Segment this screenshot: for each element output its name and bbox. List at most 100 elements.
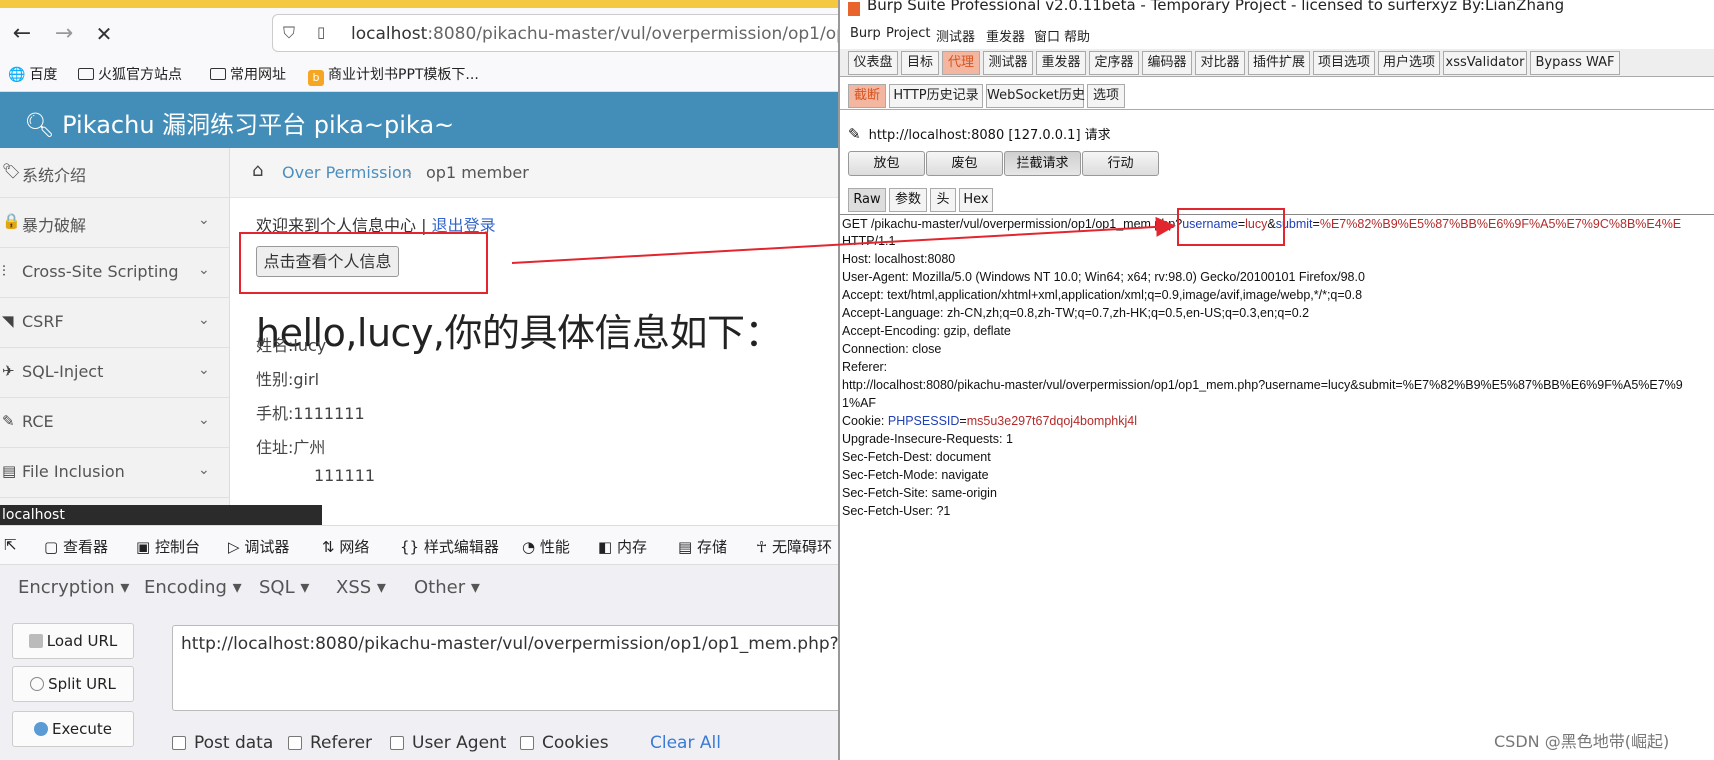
forward-icon[interactable]: →	[50, 20, 78, 48]
request-header-line: Sec-Fetch-Site: same-origin	[842, 486, 997, 500]
bookmark-ppt[interactable]: b 商业计划书PPT模板下...	[308, 64, 479, 86]
sidebar-item-sqli[interactable]: ✈ SQL-Inject ⌄	[0, 348, 230, 398]
edit-icon[interactable]: ✎	[848, 125, 861, 143]
devtools-tab-console[interactable]: ▣ 控制台	[136, 536, 200, 557]
stop-icon[interactable]: ✕	[90, 20, 118, 48]
hello-heading: hello,lucy,你的具体信息如下：	[256, 311, 783, 355]
menu-encryption[interactable]: Encryption ▾	[18, 577, 129, 598]
tab-dashboard[interactable]: 仪表盘	[848, 51, 898, 75]
address-url[interactable]: localhost:8080/pikachu-master/vul/overpe…	[351, 24, 840, 44]
sidebar-item-file-inclusion[interactable]: ▤ File Inclusion ⌄	[0, 448, 230, 498]
tab-user-options[interactable]: 用户选项	[1378, 51, 1440, 75]
tab-extender[interactable]: 插件扩展	[1248, 51, 1310, 75]
tab-repeater[interactable]: 重发器	[1036, 51, 1086, 75]
sidebar-item-csrf[interactable]: ◥ CSRF ⌄	[0, 298, 230, 348]
menu-other[interactable]: Other ▾	[414, 577, 480, 598]
sidebar-item-bruteforce[interactable]: 🔒 暴力破解 ⌄	[0, 198, 230, 248]
devtools-tab-debugger[interactable]: ▷ 调试器	[228, 536, 289, 557]
devtools-tab-accessibility[interactable]: ☥ 无障碍环	[756, 536, 832, 557]
tab-project-options[interactable]: 项目选项	[1313, 51, 1375, 75]
address-bar[interactable]: ⛉ ▯ localhost:8080/pikachu-master/vul/ov…	[272, 14, 840, 52]
folder-icon	[210, 68, 226, 80]
view-tab-hex[interactable]: Hex	[959, 188, 993, 212]
menu-project[interactable]: Project	[886, 26, 930, 41]
bookmark-baidu[interactable]: 🌐 百度	[8, 64, 57, 84]
subtab-options[interactable]: 选项	[1087, 84, 1125, 108]
checkbox-referer[interactable]: Referer	[288, 733, 372, 753]
menu-window[interactable]: 窗口	[1034, 26, 1060, 45]
chevron-down-icon: ⌄	[198, 412, 210, 428]
tab-target[interactable]: 目标	[901, 51, 939, 75]
view-tab-raw[interactable]: Raw	[848, 188, 886, 212]
drop-button[interactable]: 废包	[926, 151, 1003, 176]
forward-button[interactable]: 放包	[848, 151, 925, 176]
shield-icon[interactable]: ⛉	[283, 23, 295, 43]
devtools-tab-style-editor[interactable]: {} 样式编辑器	[400, 536, 499, 557]
request-header-line: Upgrade-Insecure-Requests: 1	[842, 432, 1013, 446]
tab-comparer[interactable]: 对比器	[1195, 51, 1245, 75]
menu-intruder[interactable]: 测试器	[936, 26, 975, 45]
checkbox-user-agent[interactable]: User Agent	[390, 733, 506, 753]
tab-xssvalidator[interactable]: xssValidator	[1443, 51, 1527, 75]
menu-xss[interactable]: XSS ▾	[336, 577, 386, 598]
sidebar-item-xss[interactable]: ⫶ Cross-Site Scripting ⌄	[0, 248, 230, 298]
tab-bypass-waf[interactable]: Bypass WAF	[1530, 51, 1620, 75]
hackbar-url-input[interactable]: http://localhost:8080/pikachu-master/vul…	[172, 625, 840, 711]
folder-icon	[78, 68, 94, 80]
devtools-tab-label: 性能	[539, 538, 570, 556]
request-editor[interactable]: GET /pikachu-master/vul/overpermission/o…	[840, 214, 1714, 760]
devtools-tab-memory[interactable]: ◧ 内存	[598, 536, 647, 557]
menu-burp[interactable]: Burp	[850, 26, 881, 41]
devtools-tab-inspector[interactable]: ▢ 查看器	[44, 536, 108, 557]
bookmark-common[interactable]: 常用网址	[210, 64, 286, 84]
hackbar-panel: Encryption ▾ Encoding ▾ SQL ▾ XSS ▾ Othe…	[0, 565, 840, 760]
picker-icon[interactable]: ⇱	[4, 536, 17, 554]
view-tab-params[interactable]: 参数	[889, 188, 927, 212]
firefox-window: ← → ✕ ⛉ ▯ localhost:8080/pikachu-master/…	[0, 0, 840, 760]
home-icon[interactable]: ⌂	[252, 160, 263, 181]
request-header-line: Sec-Fetch-Mode: navigate	[842, 468, 989, 482]
menu-repeater[interactable]: 重发器	[986, 26, 1025, 45]
action-button[interactable]: 行动	[1082, 151, 1159, 176]
request-header-line: Host: localhost:8080	[842, 252, 956, 266]
split-url-button[interactable]: Split URL	[12, 666, 134, 702]
tab-sequencer[interactable]: 定序器	[1089, 51, 1139, 75]
tab-proxy[interactable]: 代理	[942, 51, 980, 75]
menu-encoding[interactable]: Encoding ▾	[144, 577, 242, 598]
breadcrumb-section-link[interactable]: Over Permission	[282, 163, 412, 182]
devtools-tab-performance[interactable]: ◔ 性能	[522, 536, 570, 557]
checkbox-box[interactable]	[520, 736, 534, 750]
execute-button[interactable]: Execute	[12, 711, 134, 747]
window-top-strip	[0, 0, 840, 8]
checkbox-box[interactable]	[288, 736, 302, 750]
site-title[interactable]: 🔍︎ Pikachu 漏洞练习平台 pika~pika~	[24, 105, 454, 140]
bookmark-firefox-site[interactable]: 火狐官方站点	[78, 64, 182, 84]
sidebar-item-intro[interactable]: 🏷 系统介绍	[0, 148, 230, 198]
checkbox-box[interactable]	[390, 736, 404, 750]
back-icon[interactable]: ←	[8, 20, 36, 48]
checkbox-label: Referer	[310, 733, 373, 753]
subtab-intercept[interactable]: 截断	[848, 84, 886, 108]
subtab-http-history[interactable]: HTTP历史记录	[889, 84, 983, 108]
view-tab-headers[interactable]: 头	[930, 188, 956, 212]
checkbox-box[interactable]	[172, 736, 186, 750]
pencil-icon: ✎	[2, 412, 15, 430]
load-url-button[interactable]: Load URL	[12, 623, 134, 659]
menu-sql[interactable]: SQL ▾	[259, 577, 309, 598]
info-name: 姓名:lucy	[256, 336, 327, 355]
tab-intruder[interactable]: 测试器	[983, 51, 1033, 75]
clear-all-link[interactable]: Clear All	[650, 733, 721, 753]
sidebar-item-rce[interactable]: ✎ RCE ⌄	[0, 398, 230, 448]
subtab-websocket-history[interactable]: WebSocket历史	[986, 84, 1085, 108]
intercept-toggle-button[interactable]: 拦截请求	[1004, 151, 1081, 176]
devtools-tab-storage[interactable]: ▤ 存储	[678, 536, 727, 557]
devtools-tab-network[interactable]: ⇅ 网络	[322, 536, 369, 557]
request-header-line: 1%AF	[842, 396, 877, 410]
menu-help[interactable]: 帮助	[1064, 26, 1090, 45]
checkbox-cookies[interactable]: Cookies	[520, 733, 609, 753]
breadcrumb: ⌂ Over Permission › op1 member	[230, 148, 840, 198]
checkbox-post-data[interactable]: Post data	[172, 733, 273, 753]
breadcrumb-current: op1 member	[426, 163, 529, 182]
tab-decoder[interactable]: 编码器	[1142, 51, 1192, 75]
devtools-tab-label: 网络	[339, 538, 370, 556]
